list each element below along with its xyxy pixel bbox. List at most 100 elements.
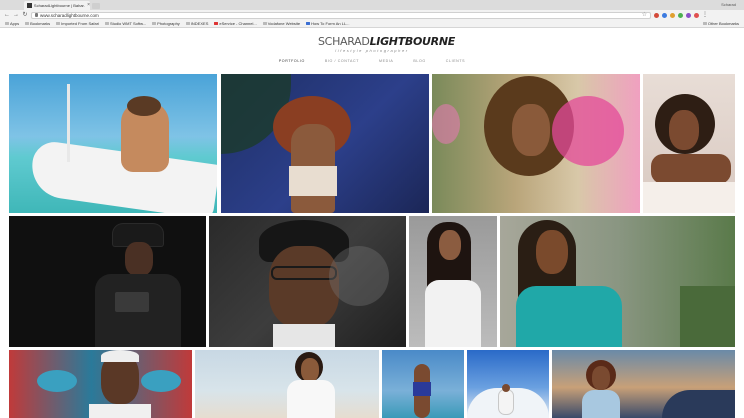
pillow [643,182,735,213]
boat-mast [67,84,70,162]
smoke [329,246,389,306]
nav-bio-contact[interactable]: BIO / CONTACT [325,59,359,63]
white-top [287,380,335,418]
folder-icon [25,22,30,25]
logo-wordmark: SCHARADLIGHTBOURNE [318,35,455,48]
bookmark-item[interactable]: eService - Channel... [214,21,257,26]
bookmark-label: Apps [10,21,20,26]
other-bookmarks[interactable]: Other Bookmarks [702,21,739,26]
new-tab-button[interactable] [92,3,100,9]
bookmark-label: Photography [157,21,180,26]
favicon-icon [27,3,32,8]
bookmark-label: Imported From Safari [61,21,99,26]
menu-icon[interactable]: ⋮ [702,12,708,18]
white-collar [273,324,335,347]
reload-icon[interactable]: ↻ [22,12,28,18]
logo-part-1: SCHARAD [318,35,370,48]
back-icon[interactable]: ← [4,12,10,18]
bookmark-label: Bookmarks [30,21,51,26]
extension-icon[interactable] [670,12,675,18]
portfolio-photo-woman-white-dress[interactable] [409,216,497,347]
folder-icon [262,22,267,25]
woman-face [512,104,550,156]
nav-blog[interactable]: BLOG [413,59,425,63]
tab-close-icon[interactable]: × [87,3,90,8]
painted-eye-left [37,370,77,392]
address-bar[interactable]: www.scharadlightbourne.com ☆ [31,11,651,19]
url-text: www.scharadlightbourne.com [40,12,99,18]
extension-icon[interactable] [694,12,699,18]
portfolio-photo-man-hat-camera[interactable] [9,216,206,347]
portfolio-photo-afro-woman-blue[interactable] [221,74,429,213]
bookmark-item[interactable]: Bookmarks [25,21,50,26]
portfolio-photo-boat-man[interactable] [9,74,217,213]
blue-icon [306,22,311,25]
painted-eye-right [141,370,181,392]
profile-name[interactable]: Scharad [721,2,736,7]
address-toolbar: ← → ↻ www.scharadlightbourne.com ☆ ⋮ [0,10,744,20]
forward-icon[interactable]: → [13,12,19,18]
white-dress [425,280,481,347]
browser-tab[interactable]: ScharadLightbourne | Bahar... × [24,1,90,10]
swimsuit [413,382,431,396]
site-nav: PORTFOLIO BIO / CONTACT MEDIA BLOG CLIEN… [0,59,744,63]
extension-icon[interactable] [654,12,659,18]
pink-blur [432,104,460,144]
folder-icon [185,22,190,25]
portfolio-photo-sky-figure[interactable] [467,350,549,418]
woman-face [669,110,699,150]
bookmark-label: How To Form An LL... [311,21,350,26]
lock-icon [35,13,38,17]
site-logo[interactable]: SCHARADLIGHTBOURNE lifestyle photographe… [318,35,455,53]
man-hair [127,96,161,116]
bookmark-item[interactable]: How To Form An LL... [306,21,350,26]
portfolio-photo-woman-beach-white[interactable] [195,350,379,418]
logo-part-2: LIGHTBOURNE [369,35,456,48]
greenery [680,286,735,347]
portfolio-photo-man-face-paint[interactable] [9,350,192,418]
bookmark-star-icon[interactable]: ☆ [642,12,647,18]
bookmark-item[interactable]: Imported From Safari [56,21,99,26]
camera [115,292,149,312]
bookmark-item[interactable]: INDEXES [185,21,208,26]
portfolio-photo-woman-swimsuit-ocean[interactable] [382,350,464,418]
portfolio-photo-woman-pink-flowers[interactable] [432,74,640,213]
folder-icon [702,22,707,25]
nav-media[interactable]: MEDIA [379,59,393,63]
man-face [125,242,153,276]
woman-face [536,230,568,274]
browser-tab-bar: ScharadLightbourne | Bahar... × Scharad [0,0,744,10]
arms [651,154,731,184]
extension-icon[interactable] [662,12,667,18]
dress [582,390,620,418]
bookmark-label: Studio WMT Softw... [109,21,147,26]
nav-portfolio[interactable]: PORTFOLIO [279,59,305,63]
woman-face [439,230,461,260]
shirt [89,404,151,418]
teal-shirt [516,286,622,347]
bookmark-item[interactable]: Studio WMT Softw... [104,21,147,26]
figure [499,390,513,414]
nav-clients[interactable]: CLIENTS [446,59,465,63]
portfolio-photo-man-glasses-smoke[interactable] [209,216,406,347]
bookmark-item[interactable]: Photography [152,21,180,26]
portfolio-photo-woman-teal-shirt[interactable] [500,216,735,347]
man-face [269,246,339,328]
apps-icon [5,22,9,25]
glasses [271,266,337,280]
woman-face [592,366,610,390]
folder-icon [56,22,61,25]
bookmark-item[interactable]: Vodafone Website [262,21,301,26]
portfolio-photo-woman-sunset[interactable] [552,350,735,418]
extension-icon[interactable] [686,12,691,18]
portfolio-photo-woman-lying[interactable] [643,74,735,213]
red-icon [214,22,219,25]
tab-title: ScharadLightbourne | Bahar... [33,3,86,8]
white-hair [101,350,139,362]
bookmark-item[interactable]: Apps [5,21,19,26]
folder-icon [152,22,157,25]
extension-icon[interactable] [678,12,683,18]
woman-face [301,358,319,382]
bookmark-label: Vodafone Website [267,21,301,26]
white-top [289,166,337,196]
